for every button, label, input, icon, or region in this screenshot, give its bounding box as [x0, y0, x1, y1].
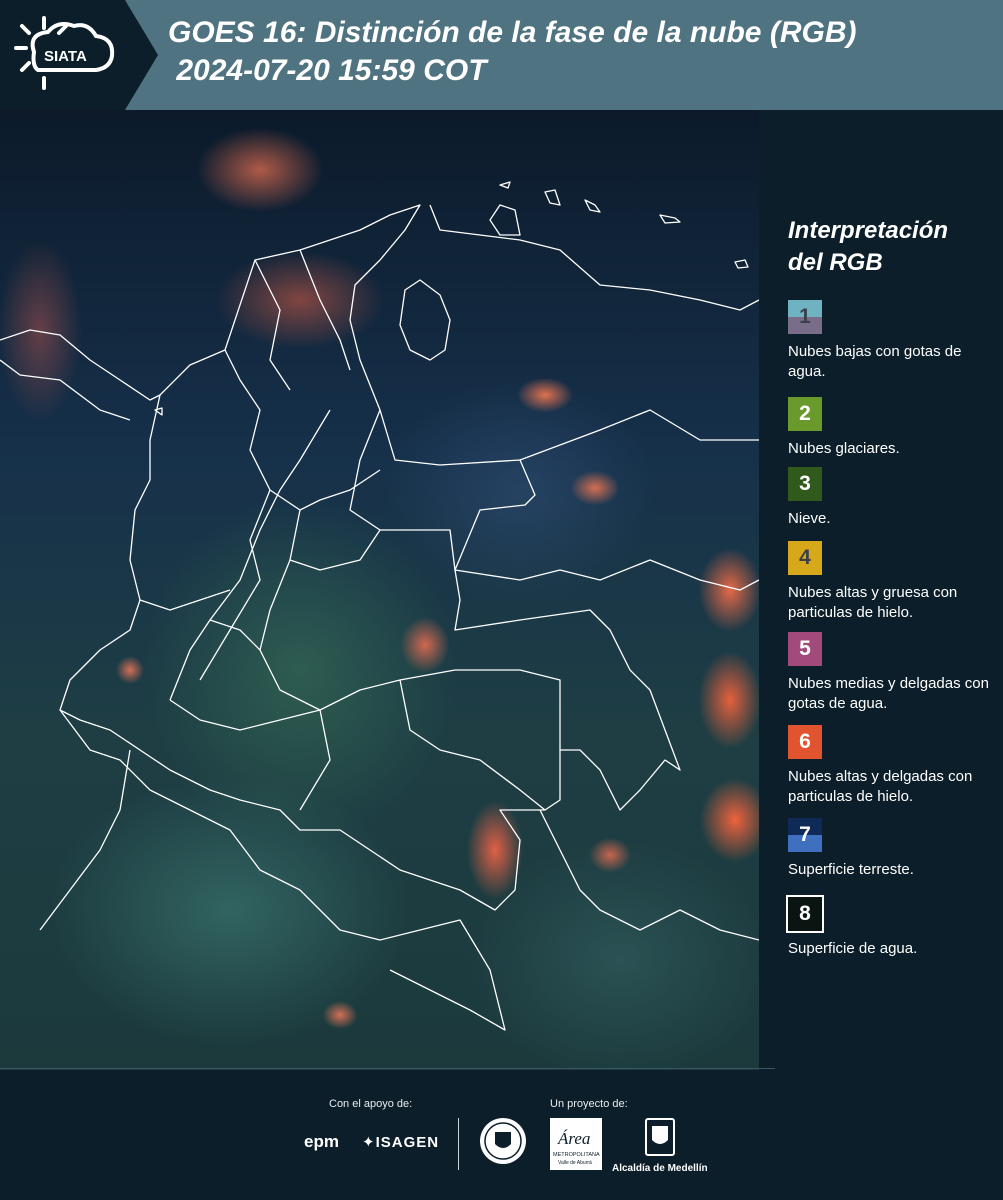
- legend-number: 6: [799, 730, 811, 753]
- legend-item-5: 5 Nubes medias y delgadas con gotas de ag…: [788, 632, 993, 714]
- support-label: Con el apoyo de:: [329, 1098, 413, 1110]
- panama-border: [0, 329, 161, 421]
- colombia-border: [59, 204, 681, 911]
- legend-label: Nubes bajas con gotas de agua.: [788, 343, 962, 380]
- svg-text:SIATA: SIATA: [44, 48, 87, 65]
- legend-item-3: 3 Nieve.: [788, 467, 993, 529]
- legend-swatch-5: 5: [788, 632, 822, 666]
- legend-title: Interpretación del RGB: [788, 217, 949, 276]
- legend-item-1: 1 Nubes bajas con gotas de agua.: [788, 300, 993, 382]
- isagen-label: ISAGEN: [375, 1134, 440, 1151]
- paraguana-peninsula: [489, 204, 521, 236]
- legend-item-4: 4 Nubes altas y gruesa con particulas de …: [788, 541, 993, 623]
- legend-swatch-2: 2: [788, 397, 822, 431]
- footer-divider: [0, 1068, 775, 1069]
- isagen-logo[interactable]: ✦ISAGEN: [362, 1133, 439, 1151]
- legend-label: Superficie terreste.: [788, 861, 914, 878]
- svg-text:Valle de Aburrá: Valle de Aburrá: [558, 1160, 592, 1166]
- svg-text:Área: Área: [557, 1129, 590, 1148]
- project-label: Un proyecto de:: [550, 1098, 628, 1110]
- legend-item-2: 2 Nubes glaciares.: [788, 397, 993, 459]
- legend-number: 7: [799, 823, 811, 846]
- venezuela-border: [429, 204, 759, 591]
- legend-label: Nubes altas y gruesa con particulas de h…: [788, 584, 958, 621]
- department-lines: [139, 249, 561, 811]
- legend-number: 2: [799, 402, 811, 425]
- page-title: GOES 16: Distinción de la fase de la nub…: [168, 16, 857, 87]
- satellite-map[interactable]: [0, 110, 759, 1070]
- header-bar: SIATA GOES 16: Distinción de la fase de …: [0, 0, 1003, 110]
- legend-swatch-6: 6: [788, 725, 822, 759]
- legend-label: Nieve.: [788, 510, 831, 527]
- legend-swatch-1: 1: [788, 300, 822, 334]
- legend-swatch-7: 7: [788, 818, 822, 852]
- legend-number: 3: [799, 472, 811, 495]
- legend-number: 1: [799, 305, 811, 328]
- legend-number: 8: [799, 902, 811, 925]
- amva-logo-mark: Área METROPOLITANA Valle de Aburrá: [550, 1118, 602, 1170]
- alcaldia-label: Alcaldía de Medellín: [612, 1163, 708, 1174]
- legend-item-6: 6 Nubes altas y delgadas con particulas d…: [788, 725, 993, 807]
- legend-label: Nubes medias y delgadas con gotas de agu…: [788, 675, 989, 712]
- epm-logo[interactable]: epm: [304, 1132, 339, 1152]
- footer-vertical-divider: [458, 1118, 459, 1170]
- boundaries-overlay: [0, 181, 759, 1031]
- svg-text:METROPOLITANA: METROPOLITANA: [553, 1152, 600, 1158]
- area-metropolitana-logo[interactable]: Área METROPOLITANA Valle de Aburrá: [550, 1118, 602, 1175]
- legend-label: Nubes glaciares.: [788, 440, 900, 457]
- legend: Interpretación del RGB 1 Nubes bajas con …: [786, 215, 993, 957]
- siata-logo[interactable]: SIATA: [0, 0, 158, 110]
- sun-cloud-icon: SIATA: [14, 16, 115, 90]
- legend-item-7: 7 Superficie terreste.: [788, 818, 993, 880]
- lake-maracaibo: [399, 279, 451, 361]
- legend-swatch-3: 3: [788, 467, 822, 501]
- legend-item-8: 8 Superficie de agua.: [786, 895, 993, 959]
- medellin-seal-logo[interactable]: [478, 1116, 528, 1166]
- alcaldia-shield-icon: [644, 1118, 675, 1156]
- legend-number: 4: [799, 546, 811, 569]
- legend-label: Superficie de agua.: [788, 940, 918, 957]
- legend-swatch-4: 4: [788, 541, 822, 575]
- legend-swatch-8: 8: [786, 895, 824, 933]
- alcaldia-medellin-logo[interactable]: Alcaldía de Medellín: [612, 1118, 708, 1174]
- legend-label: Nubes altas y delgadas con particulas de…: [788, 768, 973, 805]
- caribbean-islands: [154, 181, 749, 416]
- footer: Con el apoyo de: Un proyecto de: epm ✦IS…: [0, 1070, 1003, 1200]
- legend-number: 5: [799, 637, 811, 660]
